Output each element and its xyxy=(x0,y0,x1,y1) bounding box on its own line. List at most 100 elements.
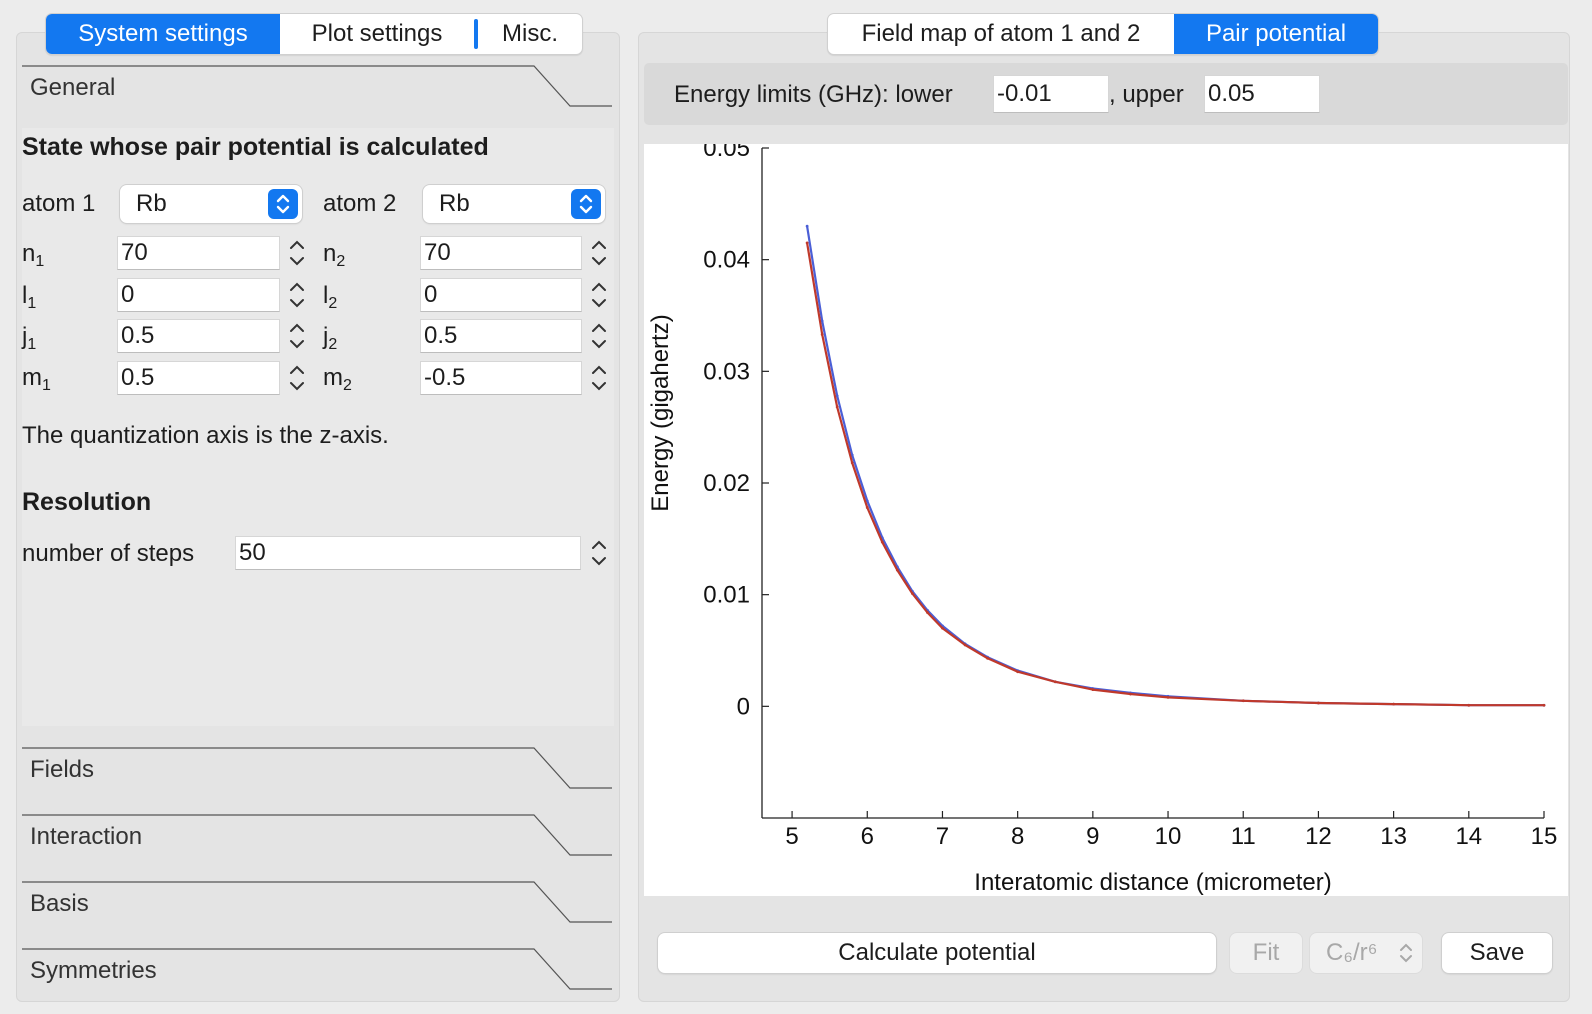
energy-upper-input[interactable]: 0.05 xyxy=(1204,75,1320,113)
n1-subscript: 1 xyxy=(35,253,45,270)
section-basis[interactable]: Basis xyxy=(22,880,614,926)
section-general[interactable]: General xyxy=(22,64,614,110)
j2-input[interactable]: 0.5 xyxy=(420,319,582,353)
series-point xyxy=(1016,670,1020,674)
j1-stepper-icon[interactable] xyxy=(286,319,308,353)
atom2-label: atom 2 xyxy=(323,190,397,217)
pair-potential-chart[interactable]: 5 6 7 8 9 10 11 12 13 14 15 0 0.01 0.02 0.03 0.04 0.05 In… xyxy=(644,135,1568,896)
l2-input[interactable]: 0 xyxy=(420,278,582,312)
x-tick-label: 5 xyxy=(785,823,798,850)
state-title: State whose pair potential is calculated xyxy=(22,133,489,161)
y-tick-label: 0.02 xyxy=(703,470,750,497)
m1-label: m1 xyxy=(22,364,51,395)
j1-subscript: 1 xyxy=(27,336,37,353)
series-point xyxy=(1317,701,1320,705)
series-point xyxy=(1241,699,1245,703)
m1-symbol: m xyxy=(22,364,42,391)
j1-input[interactable]: 0.5 xyxy=(117,319,280,353)
updown-chevron-icon xyxy=(571,189,601,219)
series-point xyxy=(895,568,899,572)
series-point xyxy=(865,506,869,509)
x-tick-label: 11 xyxy=(1231,823,1256,850)
j2-stepper-icon[interactable] xyxy=(588,319,610,353)
tab-field-map[interactable]: Field map of atom 1 and 2 xyxy=(828,14,1174,54)
y-tick-label: 0 xyxy=(737,693,750,720)
series-point xyxy=(941,626,944,630)
x-tick-label: 12 xyxy=(1305,823,1332,850)
section-symmetries[interactable]: Symmetries xyxy=(22,947,614,993)
section-fields[interactable]: Fields xyxy=(22,746,614,792)
steps-input[interactable]: 50 xyxy=(235,536,581,570)
fit-model-select[interactable]: C₆/r⁶ xyxy=(1310,933,1422,973)
m2-symbol: m xyxy=(323,364,343,391)
series-point xyxy=(910,592,914,595)
y-tick-label: 0.01 xyxy=(703,582,750,609)
series-point xyxy=(820,333,824,336)
n1-input[interactable]: 70 xyxy=(117,236,280,270)
j1-label: j1 xyxy=(22,323,36,354)
quantization-note: The quantization axis is the z-axis. xyxy=(22,422,389,449)
n1-symbol: n xyxy=(22,240,36,267)
m1-stepper-icon[interactable] xyxy=(286,361,308,395)
updown-chevron-icon xyxy=(268,189,298,219)
section-header-frame xyxy=(22,881,612,923)
series-point xyxy=(835,405,839,409)
series-point xyxy=(1091,688,1095,691)
atom2-select[interactable]: Rb xyxy=(423,185,605,223)
series-point xyxy=(1542,703,1546,707)
fit-button[interactable]: Fit xyxy=(1230,933,1302,973)
series-point xyxy=(1129,692,1132,696)
series-point xyxy=(926,611,929,614)
tab-pair-potential[interactable]: Pair potential xyxy=(1174,14,1378,54)
m2-input[interactable]: -0.5 xyxy=(420,361,582,395)
section-general-label: General xyxy=(30,74,116,101)
x-tick-label: 7 xyxy=(936,823,949,850)
section-header-frame xyxy=(22,747,612,789)
l1-label: l1 xyxy=(22,282,36,313)
series-point xyxy=(1053,680,1057,684)
section-interaction[interactable]: Interaction xyxy=(22,813,614,859)
atom2-value: Rb xyxy=(439,190,470,217)
updown-chevron-icon xyxy=(1400,943,1412,963)
resolution-title: Resolution xyxy=(22,488,152,516)
series-point xyxy=(1166,696,1170,699)
m2-label: m2 xyxy=(323,364,352,395)
save-button[interactable]: Save xyxy=(1442,933,1552,973)
j2-subscript: 2 xyxy=(328,336,338,353)
calculate-potential-button[interactable]: Calculate potential xyxy=(658,933,1216,973)
tab-misc[interactable]: Misc. xyxy=(478,14,582,54)
l2-stepper-icon[interactable] xyxy=(588,278,610,312)
series-line-2 xyxy=(806,242,1544,707)
m1-subscript: 1 xyxy=(42,377,51,394)
steps-label: number of steps xyxy=(22,540,195,567)
n2-input[interactable]: 70 xyxy=(420,236,582,270)
series-line-1 xyxy=(806,226,1544,707)
l2-subscript: 2 xyxy=(328,295,338,312)
tab-system-settings[interactable]: System settings xyxy=(46,14,280,54)
n1-label: n1 xyxy=(22,240,44,271)
atom1-select[interactable]: Rb xyxy=(120,185,302,223)
l1-input[interactable]: 0 xyxy=(117,278,280,312)
series-point xyxy=(963,643,967,647)
n2-label: n2 xyxy=(323,240,345,271)
n2-subscript: 2 xyxy=(336,253,346,270)
atom1-value: Rb xyxy=(136,190,167,217)
section-symmetries-label: Symmetries xyxy=(30,957,157,984)
l2-label: l2 xyxy=(323,282,337,313)
l1-stepper-icon[interactable] xyxy=(286,278,308,312)
series-point xyxy=(880,540,884,544)
series-point xyxy=(805,241,809,245)
steps-stepper-icon[interactable] xyxy=(588,536,610,570)
m1-input[interactable]: 0.5 xyxy=(117,361,280,395)
tab-plot-settings[interactable]: Plot settings xyxy=(280,14,474,54)
m2-stepper-icon[interactable] xyxy=(588,361,610,395)
section-basis-label: Basis xyxy=(30,890,89,917)
n2-stepper-icon[interactable] xyxy=(588,236,610,270)
n1-stepper-icon[interactable] xyxy=(286,236,308,270)
series-point xyxy=(850,461,854,465)
n2-symbol: n xyxy=(323,240,337,267)
energy-lower-input[interactable]: -0.01 xyxy=(993,75,1109,113)
fit-model-value: C₆/r⁶ xyxy=(1326,939,1378,966)
series-point xyxy=(805,224,809,228)
y-tick-label: 0.05 xyxy=(703,144,750,162)
